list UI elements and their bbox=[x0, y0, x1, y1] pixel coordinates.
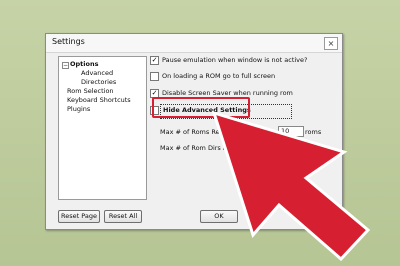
pointer-arrow-icon bbox=[211, 110, 371, 262]
